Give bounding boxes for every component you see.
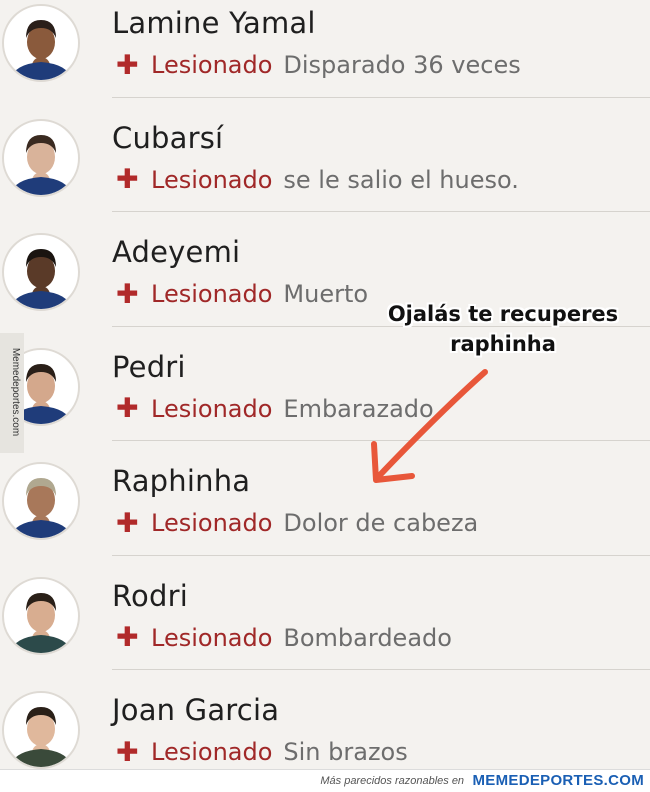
player-avatar	[2, 576, 80, 655]
red-cross-icon: ✚	[116, 393, 139, 424]
injury-status: Lesionado	[151, 738, 273, 766]
player-row-5[interactable]: Raphinha ✚ Lesionado Dolor de cabeza	[0, 440, 650, 555]
caption-line-2: raphinha	[450, 332, 556, 356]
arrow-icon	[371, 369, 488, 483]
red-cross-icon: ✚	[116, 736, 139, 768]
player-avatar	[2, 691, 80, 769]
player-row-1[interactable]: Lamine Yamal ✚ Lesionado Disparado 36 ve…	[0, 0, 650, 97]
player-name: Pedri	[112, 349, 186, 384]
red-cross-icon: ✚	[116, 507, 139, 539]
player-name: Raphinha	[112, 464, 251, 498]
injury-status-line: ✚ Lesionado se le salio el hueso.	[116, 166, 519, 194]
injury-detail: Bombardeado	[283, 623, 452, 652]
meme-caption: Ojalás te recuperes raphinha	[378, 299, 628, 359]
injury-status-line: ✚ Lesionado Sin brazos	[116, 738, 408, 766]
injury-list: Lamine Yamal ✚ Lesionado Disparado 36 ve…	[0, 0, 650, 784]
injury-status-line: ✚ Lesionado Disparado 36 veces	[116, 51, 521, 79]
caption-line-1: Ojalás te recuperes	[387, 302, 619, 326]
player-avatar	[2, 118, 80, 197]
injury-detail: Muerto	[283, 280, 369, 308]
player-name: Adeyemi	[112, 235, 241, 269]
injury-detail: Disparado 36 veces	[283, 51, 521, 79]
injury-status: Lesionado	[151, 51, 273, 79]
red-cross-icon: ✚	[116, 278, 139, 310]
footer-brand-link[interactable]: MEMEDEPORTES.COM	[473, 772, 644, 789]
injury-detail: se le salio el hueso.	[283, 165, 519, 194]
injury-detail: Sin brazos	[283, 738, 408, 766]
footer-watermark: Más parecidos razonables en MEMEDEPORTES…	[0, 769, 650, 792]
side-watermark: Memedeportes.com	[0, 333, 24, 453]
injury-detail: Dolor de cabeza	[283, 509, 479, 537]
injury-status: Lesionado	[151, 280, 273, 308]
red-cross-icon: ✚	[116, 622, 139, 653]
player-name: Lamine Yamal	[112, 6, 316, 40]
side-watermark-text: Memedeportes.com	[10, 347, 21, 437]
player-name: Rodri	[112, 578, 188, 613]
player-avatar	[2, 4, 80, 82]
player-avatar	[2, 233, 80, 311]
injury-status-line: ✚ Lesionado Muerto	[116, 280, 368, 308]
player-avatar	[2, 462, 80, 540]
injury-status: Lesionado	[151, 623, 273, 652]
player-name: Cubarsí	[112, 120, 224, 155]
injury-status-line: ✚ Lesionado Dolor de cabeza	[116, 509, 478, 537]
player-name: Joan Garcia	[112, 693, 280, 727]
player-row-6[interactable]: Rodri ✚ Lesionado Bombardeado	[0, 554, 650, 670]
player-row-2[interactable]: Cubarsí ✚ Lesionado se le salio el hueso…	[0, 96, 650, 212]
injury-status: Lesionado	[151, 394, 273, 423]
injury-status: Lesionado	[151, 509, 273, 537]
player-row-7[interactable]: Joan Garcia ✚ Lesionado Sin brazos	[0, 669, 650, 784]
injury-status-line: ✚ Lesionado Bombardeado	[116, 624, 452, 652]
red-cross-icon: ✚	[116, 164, 139, 195]
red-cross-icon: ✚	[116, 49, 139, 81]
footer-text: Más parecidos razonables en	[320, 775, 465, 787]
injury-status: Lesionado	[151, 165, 273, 194]
